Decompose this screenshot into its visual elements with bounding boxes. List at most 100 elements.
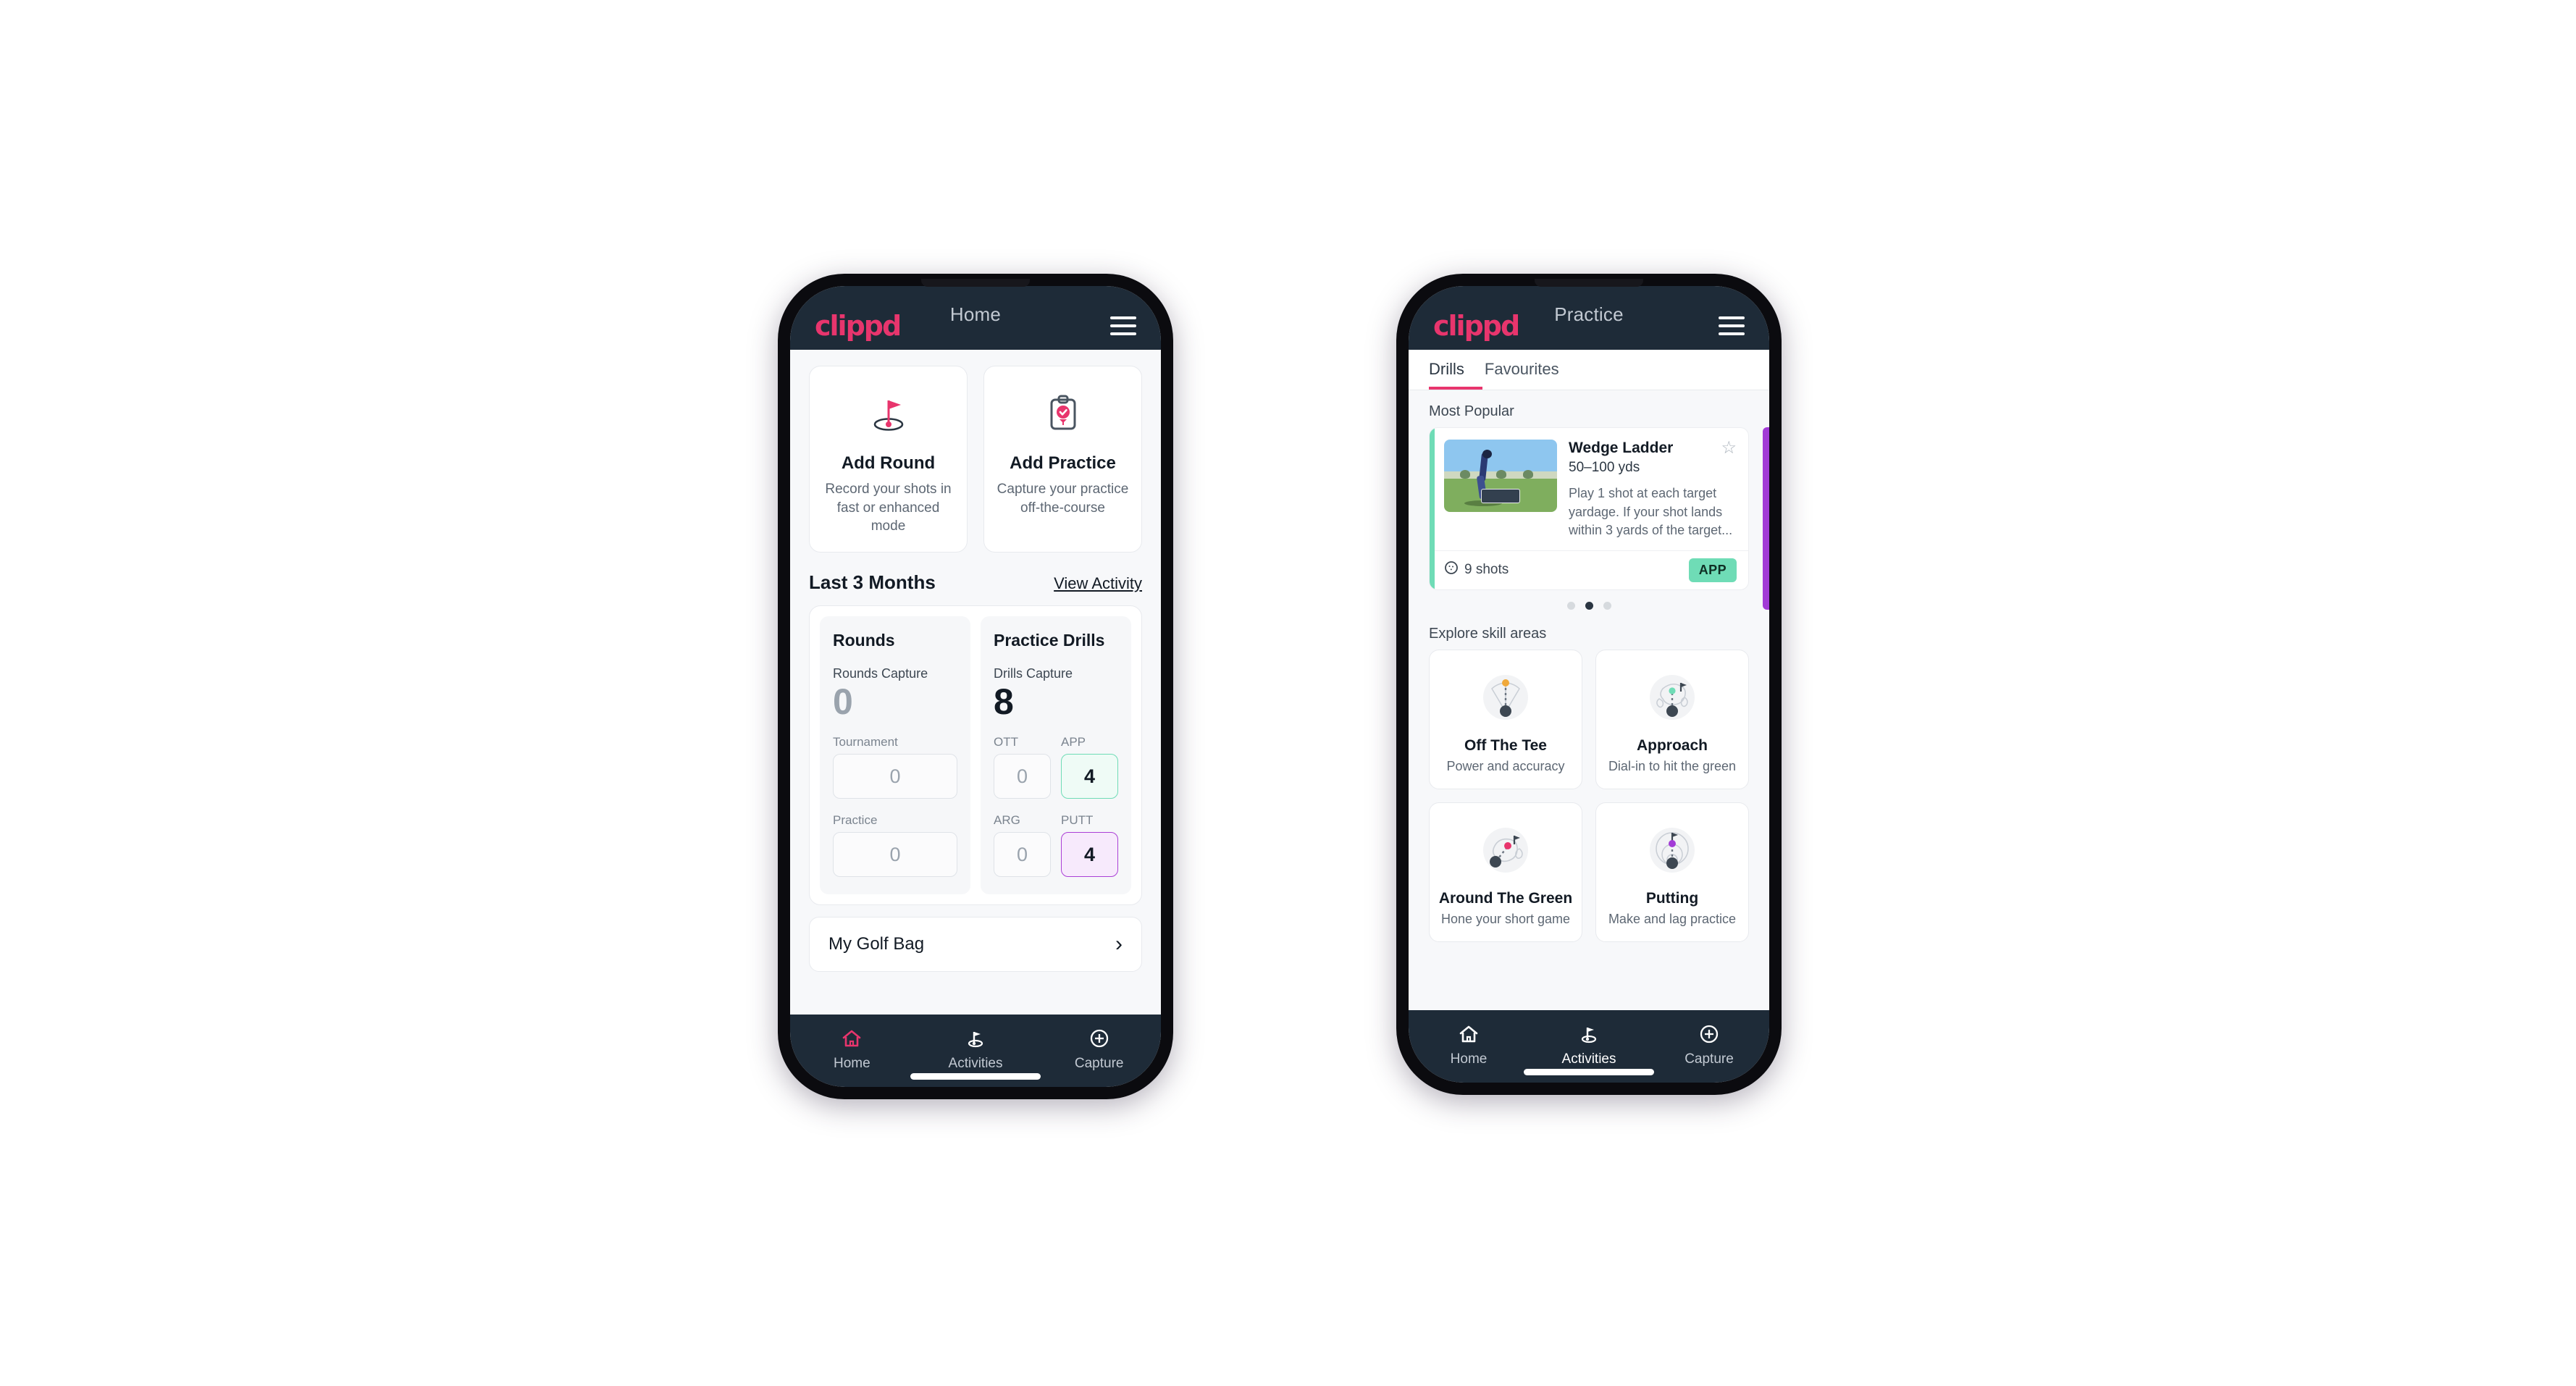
skill-title: Approach	[1636, 736, 1708, 754]
golf-ball-icon	[1444, 560, 1459, 579]
add-practice-title: Add Practice	[1010, 453, 1116, 473]
chip-green-icon	[1437, 816, 1574, 886]
last-3-months-header: Last 3 Months View Activity	[790, 553, 1161, 594]
my-golf-bag-row[interactable]: My Golf Bag ›	[809, 917, 1142, 973]
next-card-peek[interactable]	[1763, 427, 1769, 610]
putt-value[interactable]: 4	[1061, 832, 1118, 878]
nav-label-home: Home	[833, 1056, 870, 1071]
practice-body: Most Popular Wedge Ladder ☆ 50–100 yds P…	[1409, 390, 1769, 1010]
golf-flag-icon	[818, 385, 958, 442]
home-bottom-nav: Home Activities Capture	[790, 1015, 1161, 1087]
clippd-logo[interactable]: clippd	[815, 312, 902, 340]
carousel-dot[interactable]	[1603, 601, 1611, 610]
nav-label-capture: Capture	[1074, 1056, 1124, 1071]
drill-title: Wedge Ladder	[1569, 440, 1674, 456]
skill-title: Around The Green	[1438, 889, 1573, 907]
skill-sub: Dial-in to hit the green	[1608, 758, 1737, 773]
nav-label-activities: Activities	[948, 1056, 1003, 1071]
tab-drills[interactable]: Drills	[1429, 360, 1464, 380]
quick-actions: Add Round Record your shots in fast or e…	[790, 350, 1161, 553]
add-round-card[interactable]: Add Round Record your shots in fast or e…	[809, 366, 968, 553]
add-round-title: Add Round	[841, 453, 936, 473]
skill-card-around-the-green[interactable]: Around The Green Hone your short game	[1429, 802, 1582, 942]
carousel-dot[interactable]	[1566, 601, 1575, 610]
phone-speaker-notch	[921, 279, 1030, 287]
skill-sub: Hone your short game	[1440, 911, 1571, 926]
home-indicator	[910, 1073, 1041, 1080]
nav-label-activities: Activities	[1561, 1051, 1616, 1067]
arg-value[interactable]: 0	[994, 832, 1051, 878]
skill-sub: Power and accuracy	[1446, 758, 1565, 773]
carousel-dots	[1429, 590, 1749, 610]
menu-icon[interactable]	[1110, 316, 1136, 335]
skill-sub: Make and lag practice	[1608, 911, 1737, 926]
clippd-logo[interactable]: clippd	[1433, 312, 1520, 340]
rounds-capture-label: Rounds Capture	[833, 665, 928, 681]
add-practice-card[interactable]: Add Practice Capture your practice off-t…	[983, 366, 1142, 553]
golf-flag-icon	[1529, 1020, 1649, 1048]
drill-shots-text: 9 shots	[1464, 562, 1509, 578]
favourite-star-icon[interactable]: ☆	[1721, 440, 1737, 457]
tournament-label: Tournament	[833, 735, 898, 749]
section-title: Last 3 Months	[809, 571, 936, 593]
practice-bottom-nav: Home Activities Capture	[1409, 1010, 1769, 1083]
drill-thumbnail	[1444, 440, 1557, 512]
skill-title: Putting	[1645, 889, 1699, 907]
nav-item-activities[interactable]: Activities	[914, 1025, 1038, 1072]
chevron-right-icon: ›	[1115, 932, 1123, 957]
green-target-icon	[1603, 663, 1741, 733]
tab-favourites[interactable]: Favourites	[1485, 360, 1559, 380]
nav-item-capture[interactable]: Capture	[1649, 1020, 1769, 1067]
plus-circle-icon	[1037, 1025, 1161, 1052]
carousel-dot-active[interactable]	[1585, 601, 1593, 610]
practice-value[interactable]: 0	[833, 832, 957, 878]
practice-screen: clippd Practice Drills Favourites Most P…	[1409, 286, 1769, 1083]
golf-flag-icon	[914, 1025, 1038, 1052]
drills-capture-value: 8	[994, 681, 1014, 722]
nav-item-home[interactable]: Home	[1409, 1020, 1529, 1067]
nav-item-capture[interactable]: Capture	[1037, 1025, 1161, 1072]
putt-rings-icon	[1603, 816, 1741, 886]
view-activity-link[interactable]: View Activity	[1054, 574, 1142, 593]
rounds-capture-value: 0	[833, 681, 853, 722]
skill-card-approach[interactable]: Approach Dial-in to hit the green	[1595, 649, 1749, 789]
rounds-column: Rounds Rounds Capture 0 Tournament 0 Pra…	[820, 616, 970, 895]
phone-speaker-notch	[1535, 279, 1643, 287]
house-icon	[790, 1025, 914, 1052]
add-practice-sub: Capture your practice off-the-course	[997, 482, 1129, 516]
tee-fan-icon	[1437, 663, 1574, 733]
nav-label-home: Home	[1450, 1051, 1488, 1067]
phone-home: clippd Home Add Round Record your shots …	[774, 270, 1177, 1103]
drill-carousel[interactable]: Wedge Ladder ☆ 50–100 yds Play 1 shot at…	[1409, 420, 1769, 610]
drill-skill-chip: APP	[1688, 558, 1737, 582]
ott-value[interactable]: 0	[994, 754, 1051, 799]
rounds-heading: Rounds	[833, 630, 895, 650]
drill-yardage: 50–100 yds	[1569, 460, 1640, 475]
putt-label: PUTT	[1061, 813, 1094, 828]
skill-card-putting[interactable]: Putting Make and lag practice	[1595, 802, 1749, 942]
tournament-value[interactable]: 0	[833, 754, 957, 799]
skill-areas-grid: Off The Tee Power and accuracy Approach …	[1409, 642, 1769, 942]
nav-item-activities[interactable]: Activities	[1529, 1020, 1649, 1067]
home-screen: clippd Home Add Round Record your shots …	[790, 286, 1161, 1087]
ott-label: OTT	[994, 735, 1018, 749]
drills-heading: Practice Drills	[994, 630, 1105, 650]
skill-card-off-the-tee[interactable]: Off The Tee Power and accuracy	[1429, 649, 1582, 789]
home-indicator	[1524, 1069, 1654, 1075]
skill-title: Off The Tee	[1464, 736, 1547, 754]
most-popular-label: Most Popular	[1429, 403, 1514, 419]
plus-circle-icon	[1649, 1020, 1769, 1048]
tab-underline	[1429, 387, 1482, 390]
my-golf-bag-label: My Golf Bag	[828, 934, 925, 954]
nav-label-capture: Capture	[1685, 1051, 1734, 1067]
home-body: Add Round Record your shots in fast or e…	[790, 350, 1161, 1015]
drill-card-wedge-ladder[interactable]: Wedge Ladder ☆ 50–100 yds Play 1 shot at…	[1429, 427, 1749, 590]
stats-card: Rounds Rounds Capture 0 Tournament 0 Pra…	[809, 605, 1142, 906]
app-value[interactable]: 4	[1061, 754, 1118, 799]
practice-appbar: clippd Practice	[1409, 286, 1769, 350]
practice-tabs: Drills Favourites	[1409, 350, 1769, 390]
app-label: APP	[1061, 735, 1086, 749]
drills-capture-label: Drills Capture	[994, 665, 1073, 681]
nav-item-home[interactable]: Home	[790, 1025, 914, 1072]
menu-icon[interactable]	[1719, 316, 1745, 335]
